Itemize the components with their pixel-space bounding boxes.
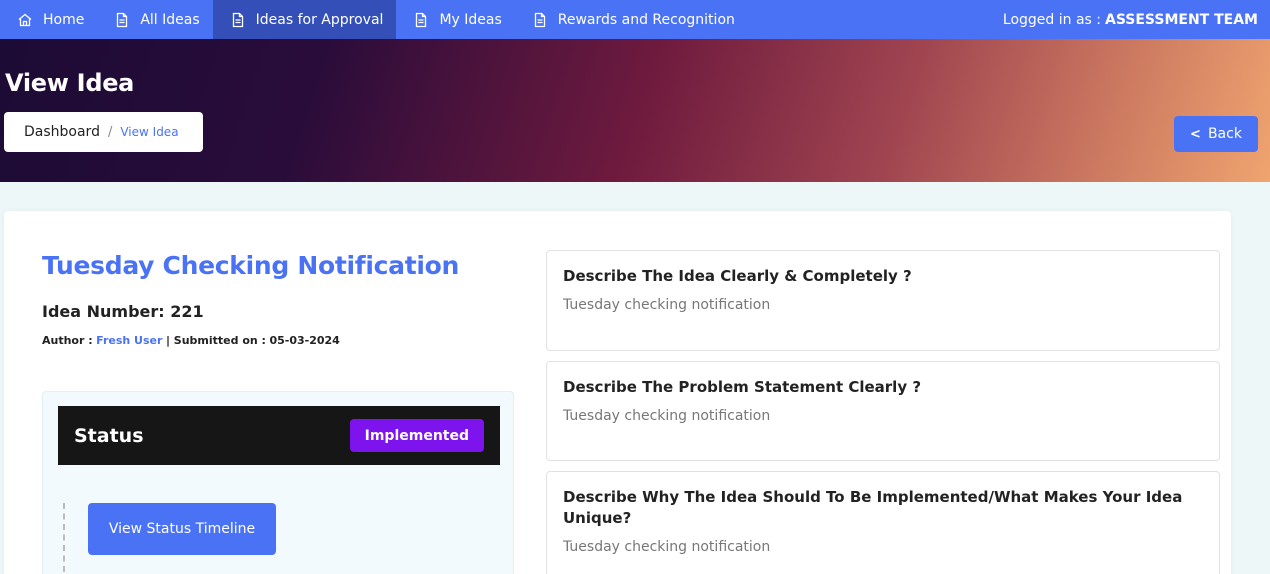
idea-detail-card: Tuesday Checking Notification Idea Numbe… [4, 211, 1231, 574]
nav-item-all-ideas[interactable]: All Ideas [97, 0, 212, 39]
nav-item-my-ideas[interactable]: My Ideas [396, 0, 514, 39]
author-name-link[interactable]: Fresh User [96, 334, 162, 347]
status-header: Status Implemented [58, 406, 500, 465]
document-icon [413, 12, 429, 28]
question-card: Describe Why The Idea Should To Be Imple… [546, 471, 1220, 574]
question-card: Describe The Idea Clearly & Completely ?… [546, 250, 1220, 351]
answer-text: Tuesday checking notification [563, 297, 771, 313]
question-text: Describe Why The Idea Should To Be Imple… [563, 488, 1183, 527]
breadcrumb: Dashboard / View Idea [4, 112, 203, 152]
back-button-label: Back [1207, 126, 1242, 142]
chevron-left-icon: < [1190, 126, 1201, 142]
nav-item-label: Rewards and Recognition [557, 11, 735, 28]
document-icon [114, 12, 130, 28]
breadcrumb-current: View Idea [120, 125, 179, 139]
home-icon [17, 12, 33, 28]
page-title: View Idea [5, 69, 135, 97]
nav-item-label: Home [43, 11, 85, 28]
author-label: Author : [42, 334, 93, 347]
idea-meta: Author : Fresh User | Submitted on : 05-… [42, 334, 340, 347]
logged-in-prefix: Logged in as : [1002, 11, 1101, 28]
idea-title: Tuesday Checking Notification [42, 251, 459, 280]
status-badge: Implemented [349, 419, 484, 452]
logged-in-user: ASSESSMENT TEAM [1105, 11, 1258, 28]
document-icon [532, 12, 548, 28]
question-card: Describe The Problem Statement Clearly ?… [546, 361, 1220, 461]
question-text: Describe The Problem Statement Clearly ? [563, 378, 922, 396]
logged-in-indicator: Logged in as : ASSESSMENT TEAM [1003, 0, 1270, 39]
nav-item-rewards-and-recognition[interactable]: Rewards and Recognition [515, 0, 748, 39]
timeline-line [63, 503, 65, 574]
nav-item-label: My Ideas [439, 11, 502, 28]
question-text: Describe The Idea Clearly & Completely ? [563, 267, 912, 285]
nav-item-label: All Ideas [140, 11, 200, 28]
view-status-timeline-button[interactable]: View Status Timeline [88, 503, 276, 555]
status-panel: Status Implemented View Status Timeline [42, 391, 514, 574]
answer-text: Tuesday checking notification [563, 408, 771, 424]
answer-text: Tuesday checking notification [563, 539, 771, 555]
breadcrumb-separator: / [107, 124, 113, 140]
nav-item-ideas-for-approval[interactable]: Ideas for Approval [212, 0, 397, 39]
back-button[interactable]: < Back [1174, 116, 1258, 152]
nav-item-home[interactable]: Home [0, 0, 97, 39]
document-icon [230, 12, 246, 28]
submitted-date: 05-03-2024 [269, 334, 340, 347]
idea-number: Idea Number: 221 [42, 302, 204, 321]
nav-item-label: Ideas for Approval [255, 11, 384, 28]
breadcrumb-dashboard-link[interactable]: Dashboard [24, 124, 100, 140]
page-header-banner: View Idea Dashboard / View Idea < Back [0, 39, 1270, 182]
status-title: Status [74, 424, 144, 447]
top-nav: Home All Ideas Ideas for Approval My Ide… [0, 0, 1270, 39]
submitted-label: | Submitted on : [165, 334, 266, 347]
